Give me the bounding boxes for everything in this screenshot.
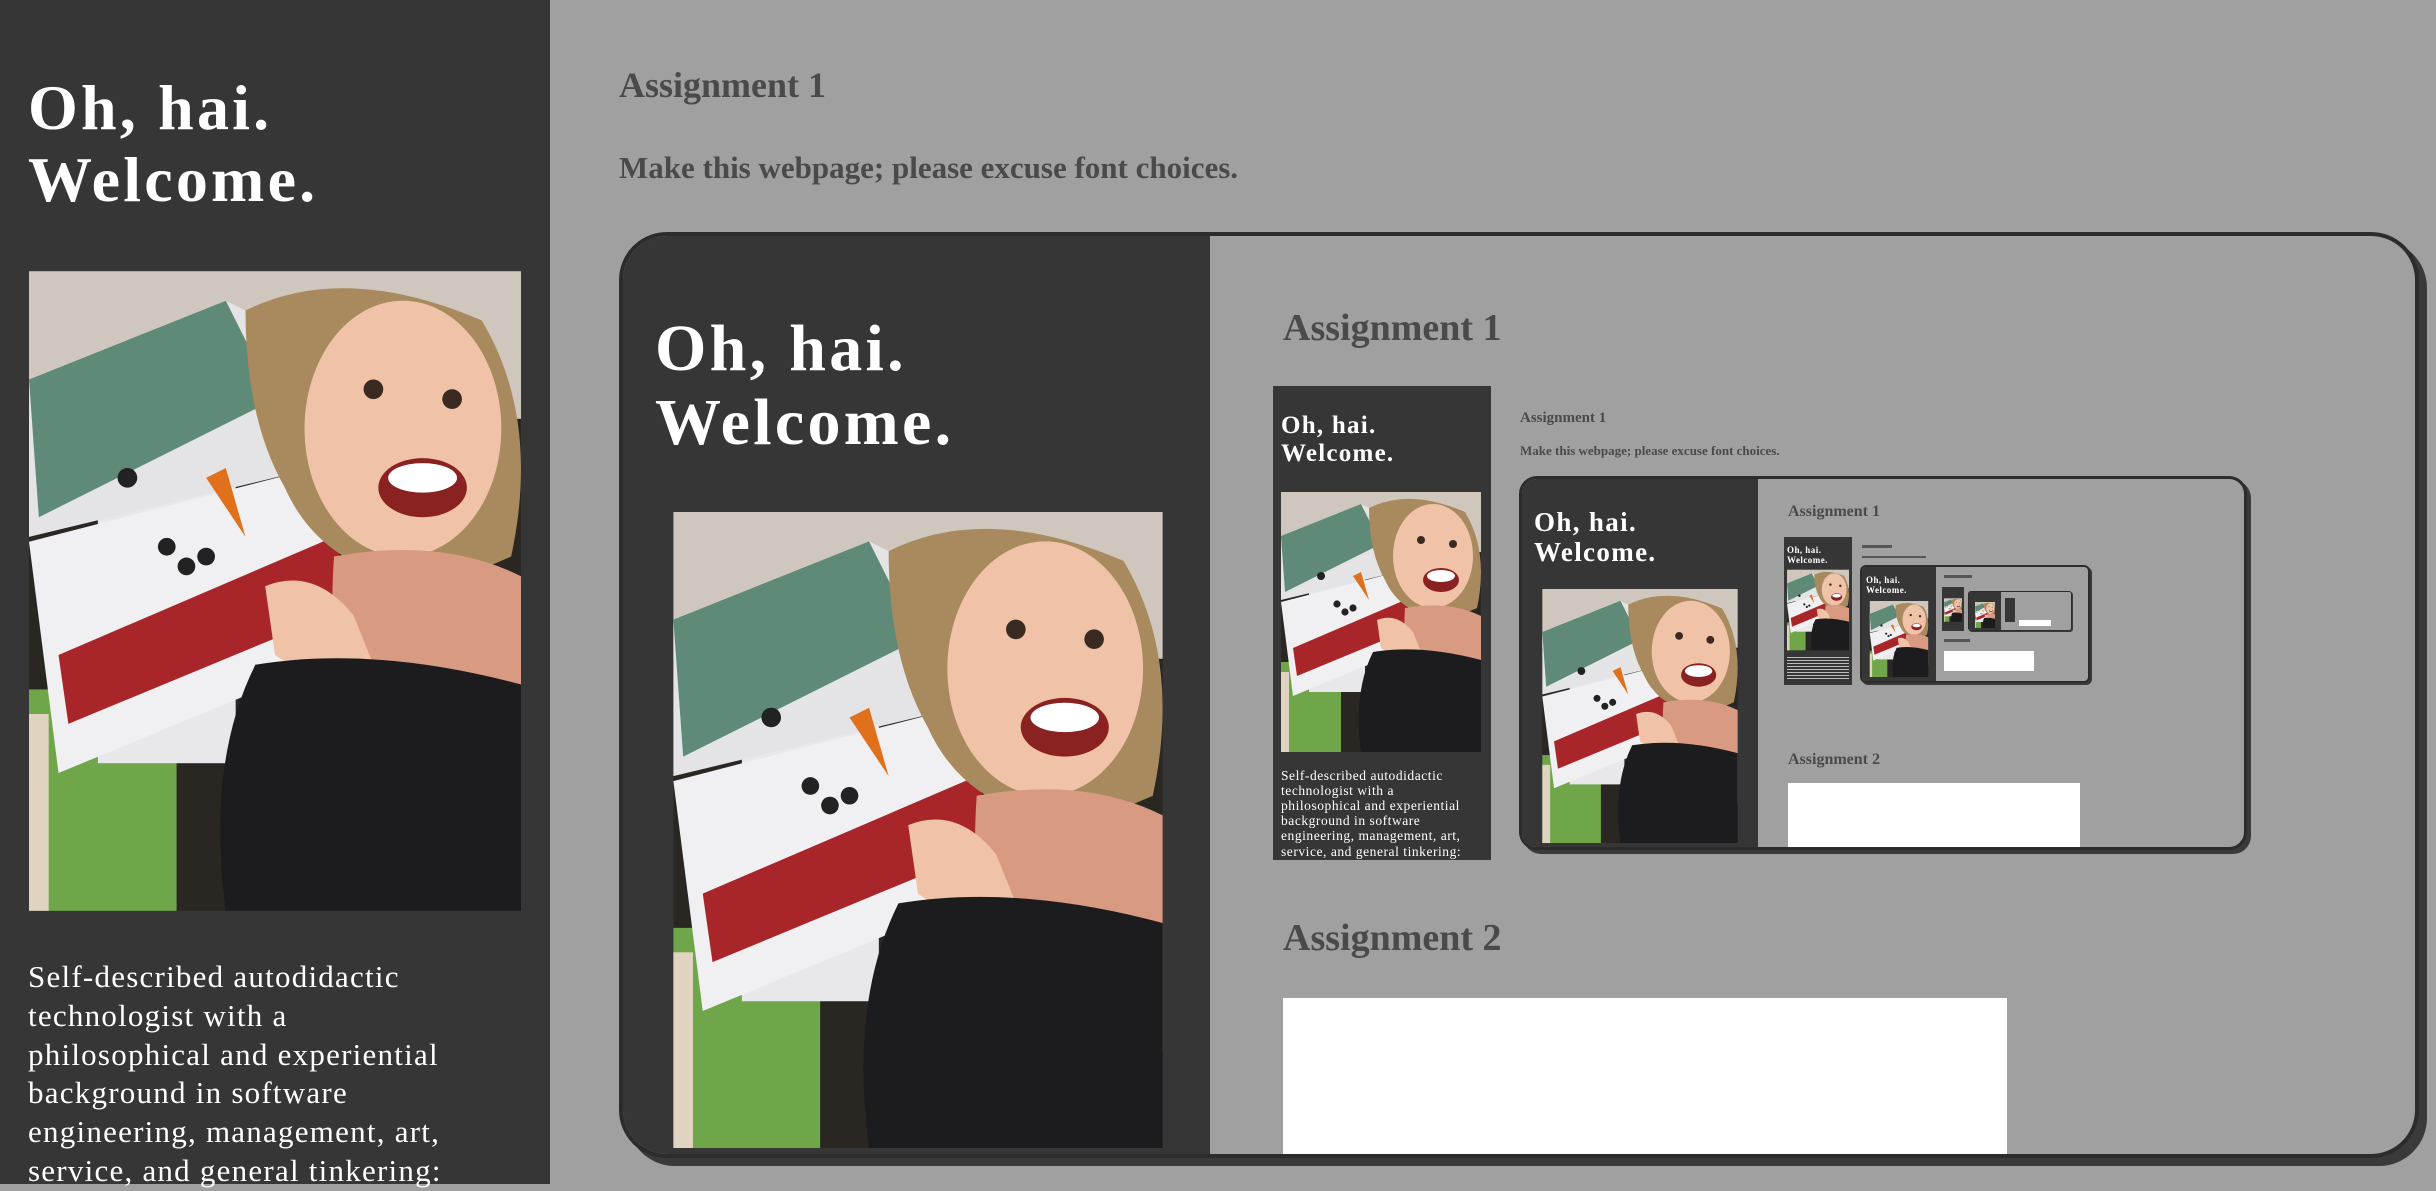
bio-line: engineering, management, art,	[28, 1114, 441, 1149]
assignment-1-description: Make this webpage; please excuse font ch…	[619, 150, 1239, 185]
embed-greeting: Oh, hai. Welcome.	[655, 312, 954, 460]
tiny-bio-lines	[1787, 655, 1849, 681]
mini-profile-photo	[1281, 490, 1481, 754]
mini-bio-line: Self-described autodidactic	[1281, 768, 1443, 783]
tiny-assignment-1-description	[1862, 556, 1926, 558]
nano-sidebar	[2005, 598, 2015, 622]
mini-embed-sidebar: Oh, hai. Welcome.	[1522, 479, 1758, 847]
tiny-embed-greeting: Oh, hai. Welcome.	[1866, 575, 1907, 595]
embed-greeting-line-1: Oh, hai.	[655, 312, 907, 385]
embed-mini-sidebar: Oh, hai. Welcome. Self-described autodid…	[1273, 386, 1491, 860]
embed-assignment-2-box	[1283, 998, 2007, 1154]
greeting-line-1: Oh, hai.	[28, 72, 273, 143]
tiny-embed-greeting-line-2: Welcome.	[1866, 585, 1907, 596]
tiny-embed-frame: Oh, hai. Welcome.	[1860, 565, 2090, 683]
bio-line: Self-described autodidactic	[28, 959, 400, 994]
mini-bio-line: service, and general tinkering:	[1281, 843, 1462, 859]
nano-assignment-2-box	[2019, 620, 2051, 626]
mini-embed-photo	[1534, 589, 1746, 843]
tiny-embed-greeting-line-1: Oh, hai.	[1866, 575, 1901, 585]
mini-embed-greeting: Oh, hai. Welcome.	[1534, 507, 1657, 567]
tiny-greeting: Oh, hai. Welcome.	[1787, 545, 1828, 565]
greeting: Oh, hai. Welcome.	[28, 72, 318, 215]
mini-bio-line: engineering, management, art,	[1281, 828, 1461, 844]
tiny-photo	[1787, 569, 1849, 651]
embed-profile-photo	[655, 512, 1181, 1148]
mini-bio-line: philosophical and experiential	[1281, 798, 1460, 814]
tiny-assignment-1-title	[1862, 545, 1892, 548]
micro-embed-sidebar	[1969, 592, 2001, 630]
bio-line: background in software	[28, 1075, 348, 1111]
mini-embed-greeting-line-1: Oh, hai.	[1534, 507, 1638, 537]
assignment-1-embed-frame: Oh, hai. Welcome. Assignment 1 Oh, hai. …	[619, 232, 2419, 1158]
embed-greeting-line-2: Welcome.	[655, 385, 955, 459]
mini-bio-line: technologist with a	[1281, 783, 1394, 799]
bio-line: philosophical and experiential	[28, 1036, 439, 1072]
mini-assignment-1-description: Make this webpage; please excuse font ch…	[1520, 443, 1780, 458]
micro-sidebar	[1942, 587, 1964, 631]
sidebar: Oh, hai. Welcome. Self-described autodid…	[0, 0, 550, 1188]
greeting-line-2: Welcome.	[28, 143, 319, 215]
mini-embed-frame: Oh, hai. Welcome. Assignment 1 Oh, hai. …	[1519, 476, 2247, 850]
embed-assignment-1-title: Assignment 1	[1283, 307, 1502, 349]
mini-embed-greeting-line-2: Welcome.	[1534, 537, 1657, 568]
micro-photo	[1944, 597, 1962, 623]
tiny-embed-assignment-2-box	[1944, 651, 2034, 671]
mini-bio-line: background in software	[1281, 813, 1421, 829]
mini-embed-assignment-2-title: Assignment 2	[1788, 751, 1881, 768]
embed-sidebar: Oh, hai. Welcome.	[623, 236, 1210, 1154]
bio-line: technologist with a	[28, 997, 288, 1033]
tiny-greeting-line-2: Welcome.	[1787, 555, 1828, 566]
profile-photo	[29, 263, 521, 919]
bio-text: Self-described autodidactic technologist…	[28, 958, 442, 1191]
tiny-embed-photo	[1866, 601, 1932, 677]
embed-assignment-2-title: Assignment 2	[1283, 917, 1502, 959]
mini-greeting-line-1: Oh, hai.	[1281, 412, 1377, 439]
micro-embed-photo	[1971, 602, 1999, 628]
mini-greeting-line-2: Welcome.	[1281, 440, 1395, 467]
mini-assignment-1-title: Assignment 1	[1520, 410, 1607, 426]
mini-embed-assignment-2-box	[1788, 783, 2080, 847]
micro-embed-frame	[1968, 591, 2072, 631]
tiny-embed-assignment-1-title	[1944, 575, 1972, 578]
mini-greeting: Oh, hai. Welcome.	[1281, 412, 1394, 468]
tiny-embed-sidebar: Oh, hai. Welcome.	[1862, 567, 1936, 681]
mini-bio-text: Self-described autodidactic technologist…	[1281, 768, 1461, 859]
bio-line: service, and general tinkering:	[28, 1152, 442, 1188]
tiny-embed-assignment-2-title	[1944, 639, 1970, 642]
tiny-greeting-line-1: Oh, hai.	[1787, 545, 1822, 555]
assignment-1-title: Assignment 1	[619, 65, 827, 105]
tiny-sidebar: Oh, hai. Welcome.	[1784, 537, 1852, 685]
mini-embed-assignment-1-title: Assignment 1	[1788, 503, 1881, 520]
